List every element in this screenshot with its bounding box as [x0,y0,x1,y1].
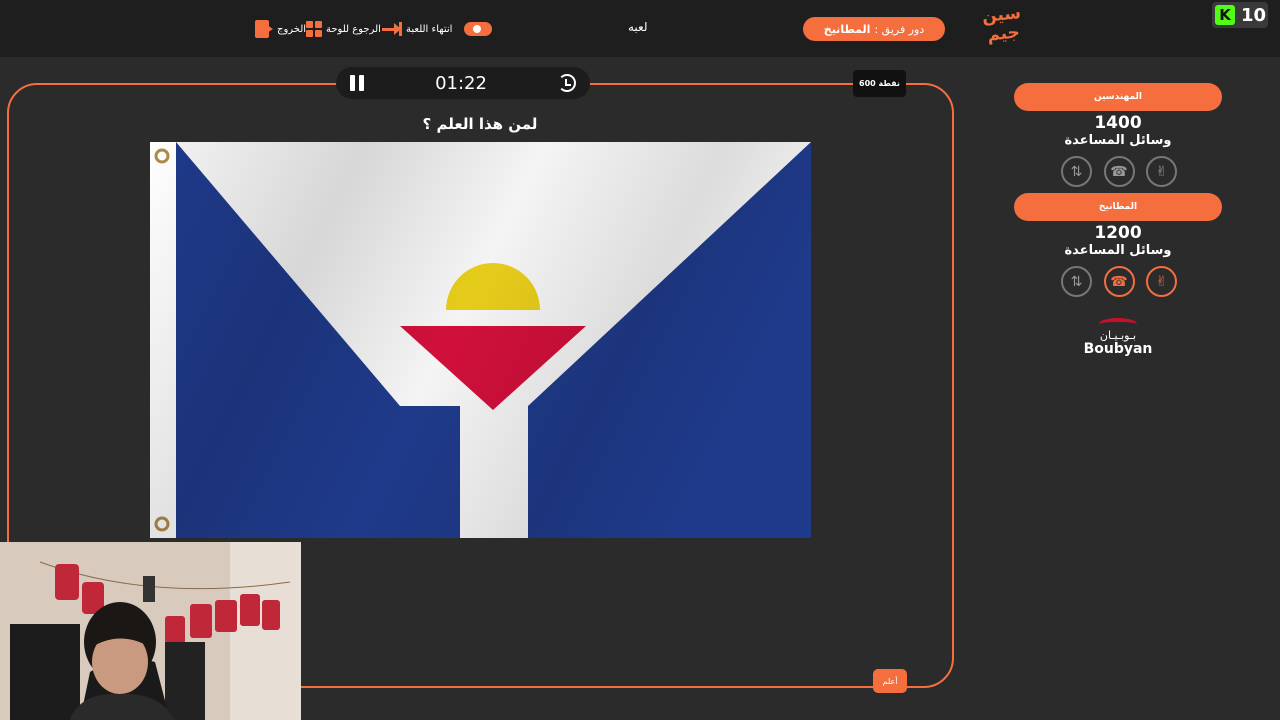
webcam-scene [0,542,301,720]
phone-icon[interactable]: ☎ [1103,266,1135,297]
top-bar: الخروج الرجوع للوحة انتهاء اللعبة لعبه د… [0,0,1280,57]
end-arrow-icon [382,22,402,36]
team-turn-indicator: دور فريق : المطانيخ [803,17,945,41]
reset-timer-icon[interactable] [558,74,576,92]
back-to-board-label: الرجوع للوحة [326,23,381,35]
exit-door-icon [255,20,273,38]
answer-button[interactable]: أعلم [873,669,907,693]
game-label: لعبه [628,20,648,34]
turn-prefix: دور فريق : [874,22,925,36]
team-2-aids-label: وسائل المساعدة [1064,243,1172,258]
pause-icon[interactable] [350,75,364,91]
team-2-name-pill[interactable]: المطانيخ [1014,193,1222,221]
flag-svg [150,142,811,538]
team-1-score: 1400 [1094,113,1142,133]
kick-logo-icon: K [1215,5,1235,25]
seen-jeem-logo: سين جيم [981,3,1022,46]
kick-viewer-count: 10 [1241,4,1267,26]
kick-viewer-badge: K 10 [1212,2,1268,28]
hand-icon[interactable]: ✌ [1146,156,1177,187]
swap-icon[interactable]: ⇅ [1061,266,1092,297]
timer-bar: 01:22 [336,67,590,99]
hand-icon[interactable]: ✌ [1146,266,1177,297]
timer-display: 01:22 [435,72,487,94]
phone-icon[interactable]: ☎ [1103,156,1135,187]
turn-team-name: المطانيخ [823,22,871,36]
sponsor-english: Boubyan [1083,341,1153,357]
back-to-board-button[interactable]: الرجوع للوحة [306,18,381,40]
question-text: لمن هذا العلم ؟ [422,115,538,133]
swap-icon[interactable]: ⇅ [1061,156,1092,187]
end-game-label: انتهاء اللعبة [406,23,453,35]
team-1-aids-label: وسائل المساعدة [1064,133,1172,148]
streamer-webcam [0,542,301,720]
board-grid-icon [306,21,322,37]
end-game-button[interactable]: انتهاء اللعبة [382,18,493,40]
end-game-toggle[interactable] [464,22,493,36]
team-1-name-pill[interactable]: المهندسين [1014,83,1222,111]
exit-button[interactable]: الخروج [255,18,306,40]
exit-label: الخروج [277,23,307,35]
question-points-badge: 600 نقطة [853,70,906,97]
team-2-score: 1200 [1094,223,1142,243]
question-flag-image [150,142,811,538]
team-2-aids: ⇅ ☎ ✌ [1061,266,1177,297]
team-1-aids: ⇅ ☎ ✌ [1061,156,1177,187]
sponsor-logo: بـوبـيـان Boubyan [1060,318,1176,357]
